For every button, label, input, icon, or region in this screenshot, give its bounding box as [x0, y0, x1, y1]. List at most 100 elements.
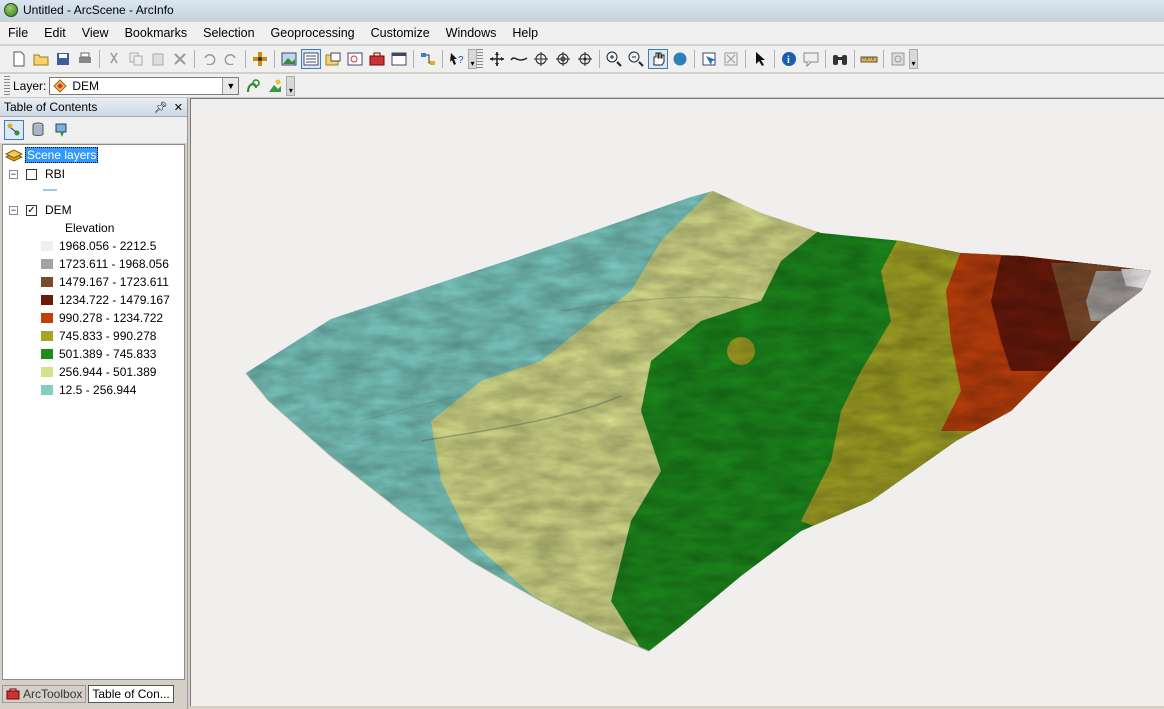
menu-bookmarks[interactable]: Bookmarks [117, 26, 196, 40]
layer-visibility-checkbox[interactable]: ✓ [26, 204, 37, 216]
toolbar-separator [745, 50, 746, 68]
save-icon[interactable] [53, 49, 73, 69]
new-document-icon[interactable] [9, 49, 29, 69]
legend-swatch [41, 331, 53, 341]
zoom-to-target-icon[interactable] [553, 49, 573, 69]
fly-icon[interactable] [509, 49, 529, 69]
layer-lighting-icon[interactable] [265, 76, 285, 96]
target-center-icon[interactable] [531, 49, 551, 69]
layer-dem[interactable]: − ✓ DEM [9, 203, 72, 217]
pan-hand-icon[interactable] [648, 49, 668, 69]
menu-selection[interactable]: Selection [195, 26, 262, 40]
toolbar-separator [883, 50, 884, 68]
select-features-icon[interactable] [699, 49, 719, 69]
model-builder-icon[interactable] [418, 49, 438, 69]
legend-class[interactable]: 1234.722 - 1479.167 [41, 293, 170, 307]
toolbar-grip[interactable] [4, 75, 10, 96]
menu-help[interactable]: Help [504, 26, 546, 40]
cut-icon[interactable] [104, 49, 124, 69]
layer-rbi[interactable]: − RBI [9, 167, 65, 181]
tab-arctoolbox[interactable]: ArcToolbox [2, 685, 87, 703]
legend-swatch [41, 367, 53, 377]
toc-header: Table of Contents 📌︎ ✕ [0, 98, 187, 117]
list-by-source-icon[interactable] [28, 120, 48, 140]
menu-view[interactable]: View [74, 26, 117, 40]
scene-layers-node[interactable]: Scene layers [5, 147, 99, 163]
legend-swatch [41, 385, 53, 395]
zoom-in-icon[interactable] [604, 49, 624, 69]
chevron-down-icon[interactable]: ▼ [222, 77, 239, 94]
legend-field-name: Elevation [65, 221, 115, 235]
close-icon[interactable]: ✕ [174, 101, 183, 114]
toolbar-options-icon[interactable]: ▾ [909, 49, 918, 69]
list-by-drawing-order-icon[interactable] [4, 120, 24, 140]
identify-icon[interactable]: i [779, 49, 799, 69]
paste-icon[interactable] [148, 49, 168, 69]
navigate-icon[interactable] [487, 49, 507, 69]
menu-file[interactable]: File [0, 26, 36, 40]
animation-icon[interactable] [888, 49, 908, 69]
collapse-icon[interactable]: − [9, 169, 18, 179]
search-window-icon[interactable] [345, 49, 365, 69]
legend-swatch [41, 259, 53, 269]
copy-icon[interactable] [126, 49, 146, 69]
legend-class[interactable]: 12.5 - 256.944 [41, 383, 136, 397]
toolbar-options-icon[interactable]: ▾ [286, 75, 296, 96]
legend-class[interactable]: 1968.056 - 2212.5 [41, 239, 156, 253]
table-of-contents-icon[interactable] [301, 49, 321, 69]
legend-class[interactable]: 256.944 - 501.389 [41, 365, 156, 379]
clear-selection-icon[interactable] [721, 49, 741, 69]
toolbar-separator [774, 50, 775, 68]
redo-icon[interactable] [221, 49, 241, 69]
menu-windows[interactable]: Windows [438, 26, 505, 40]
arctoolbox-icon[interactable] [367, 49, 387, 69]
full-extent-globe-icon[interactable] [670, 49, 690, 69]
find-binoculars-icon[interactable] [830, 49, 850, 69]
dem-3d-surface[interactable] [191, 99, 1164, 706]
set-observer-icon[interactable] [575, 49, 595, 69]
toolbar-grip[interactable] [477, 49, 483, 69]
layer-visibility-checkbox[interactable] [26, 168, 37, 180]
legend-class[interactable]: 990.278 - 1234.722 [41, 311, 163, 325]
python-window-icon[interactable] [389, 49, 409, 69]
legend-class[interactable]: 1479.167 - 1723.611 [41, 275, 169, 289]
zoom-out-icon[interactable] [626, 49, 646, 69]
scene-properties-icon[interactable] [279, 49, 299, 69]
toolbar-options-icon[interactable]: ▾ [468, 49, 477, 69]
title-bar: Untitled - ArcScene - ArcInfo [0, 0, 1164, 20]
tab-table-of-contents[interactable]: Table of Con... [88, 685, 174, 703]
table-of-contents-panel: Table of Contents 📌︎ ✕ Scene layers − RB… [0, 98, 188, 709]
toc-title: Table of Contents [4, 100, 98, 114]
pin-icon[interactable]: 📌︎ [154, 101, 168, 114]
list-by-visibility-icon[interactable] [52, 120, 72, 140]
rbi-line-symbol[interactable] [43, 187, 57, 193]
legend-class[interactable]: 501.389 - 745.833 [41, 347, 156, 361]
layer-transparency-icon[interactable] [243, 76, 263, 96]
menu-customize[interactable]: Customize [363, 26, 438, 40]
scene-view[interactable] [190, 98, 1164, 706]
select-elements-arrow-icon[interactable] [750, 49, 770, 69]
svg-text:?: ? [458, 55, 464, 66]
collapse-icon[interactable]: − [9, 205, 18, 215]
toolbar-separator [245, 50, 246, 68]
layers-stack-icon [5, 149, 23, 162]
undo-icon[interactable] [199, 49, 219, 69]
toolbar-separator [825, 50, 826, 68]
add-data-icon[interactable] [250, 49, 270, 69]
legend-class[interactable]: 1723.611 - 1968.056 [41, 257, 169, 271]
open-folder-icon[interactable] [31, 49, 51, 69]
menu-geoprocessing[interactable]: Geoprocessing [263, 26, 363, 40]
layer-dropdown[interactable]: DEM ▼ [49, 76, 240, 95]
whats-this-help-icon[interactable]: ? [447, 49, 467, 69]
print-icon[interactable] [75, 49, 95, 69]
html-popup-icon[interactable] [801, 49, 821, 69]
measure-icon[interactable] [859, 49, 879, 69]
toolbar-separator [854, 50, 855, 68]
catalog-icon[interactable] [323, 49, 343, 69]
raster-layer-icon [53, 78, 68, 93]
menu-edit[interactable]: Edit [36, 26, 74, 40]
window-title: Untitled - ArcScene - ArcInfo [23, 3, 174, 17]
legend-class[interactable]: 745.833 - 990.278 [41, 329, 156, 343]
delete-icon[interactable] [170, 49, 190, 69]
toolbar-separator [274, 50, 275, 68]
